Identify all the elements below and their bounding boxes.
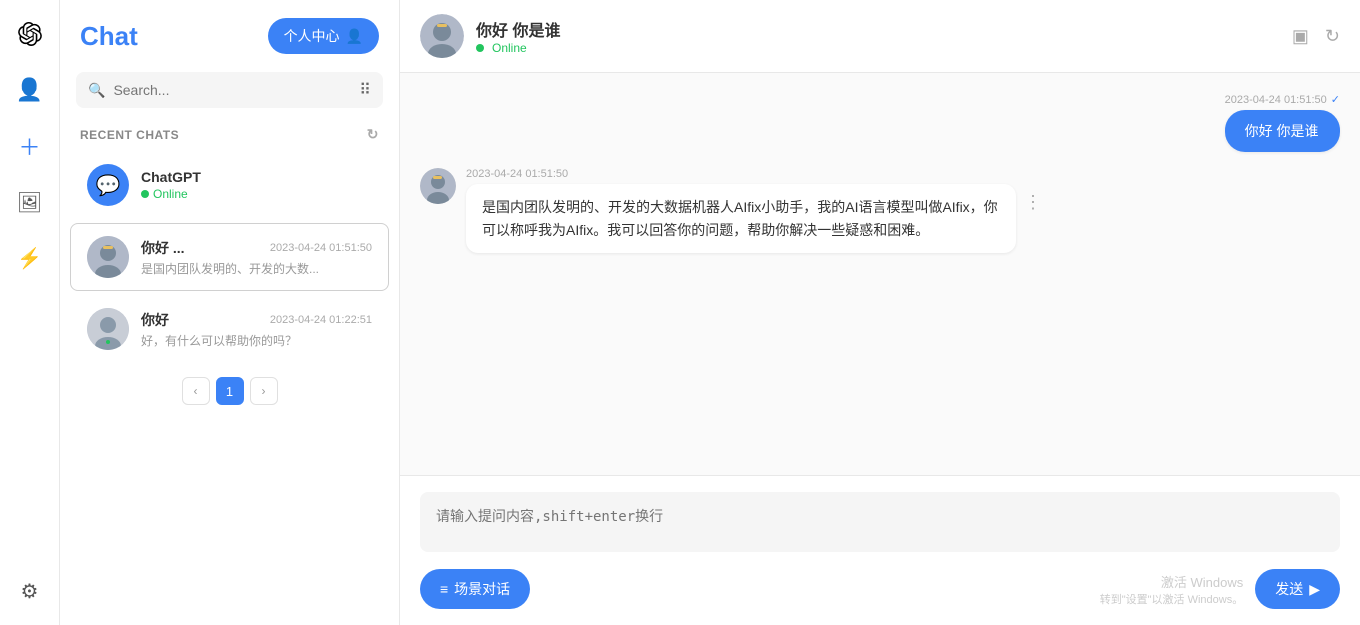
online-status-dot — [141, 190, 149, 198]
openai-logo-icon[interactable] — [12, 16, 48, 52]
prev-page-button[interactable]: ‹ — [182, 377, 210, 405]
third-chat-time: 2023-04-24 01:22:51 — [270, 314, 372, 326]
message-more-icon[interactable]: ⋮ — [1024, 192, 1042, 213]
send-label: 发送 — [1275, 579, 1303, 599]
third-chat-preview: 好，有什么可以帮助你的吗？ — [141, 332, 372, 349]
active-chat-name: 你好 ... — [141, 238, 185, 258]
input-area: ≡ 场景对话 激活 Windows 转到"设置"以激活 Windows。 发送 … — [400, 475, 1360, 625]
chatgpt-status: Online — [153, 187, 188, 201]
input-actions: ≡ 场景对话 激活 Windows 转到"设置"以激活 Windows。 发送 … — [420, 569, 1340, 609]
message-input[interactable] — [420, 492, 1340, 552]
chat-main: 你好 你是谁 Online ▣ ↻ 2023-04-24 01:51:50 ✓ … — [400, 0, 1360, 625]
bot-message-timestamp: 2023-04-24 01:51:50 — [466, 168, 1340, 180]
pagination: ‹ 1 › — [60, 365, 399, 417]
search-icon: 🔍 — [88, 82, 105, 99]
settings-icon[interactable]: ⚙ — [12, 573, 48, 609]
recent-chats-label: RECENT CHATS ↻ — [60, 116, 399, 149]
chat-header-status: Online — [476, 41, 1280, 55]
header-status-text: Online — [492, 41, 527, 55]
user-message-row: 2023-04-24 01:51:50 ✓ 你好 你是谁 — [420, 93, 1340, 152]
search-bar: 🔍 ⠿ — [76, 72, 383, 108]
person-icon: 👤 — [346, 28, 363, 45]
chat-item-chatgpt[interactable]: 💬 ChatGPT Online — [70, 151, 389, 219]
chat-header-actions: ▣ ↻ — [1292, 26, 1340, 47]
personal-center-label: 个人中心 — [284, 26, 340, 46]
monitor-icon[interactable]: ▣ — [1292, 26, 1309, 47]
header-status-dot — [476, 44, 484, 52]
lightning-icon[interactable]: ⚡ — [12, 240, 48, 276]
send-icon: ▶ — [1309, 581, 1320, 598]
messages-area: 2023-04-24 01:51:50 ✓ 你好 你是谁 2023-04-24 … — [400, 73, 1360, 475]
chat-header-avatar — [420, 14, 464, 58]
scene-dialog-button[interactable]: ≡ 场景对话 — [420, 569, 530, 609]
chatgpt-name: ChatGPT — [141, 169, 201, 185]
chat-header-info: 你好 你是谁 Online — [476, 17, 1280, 55]
next-page-button[interactable]: › — [250, 377, 278, 405]
active-chat-preview: 是国内团队发明的、开发的大数... — [141, 260, 372, 277]
bot-message-content: 2023-04-24 01:51:50 是国内团队发明的、开发的大数据机器人AI… — [466, 168, 1340, 253]
search-input[interactable] — [113, 82, 351, 98]
user-profile-icon[interactable]: 👤 — [12, 72, 48, 108]
gallery-icon[interactable]: 🖼 — [12, 184, 48, 220]
third-chat-avatar — [87, 308, 129, 350]
chatgpt-chat-info: ChatGPT Online — [141, 169, 372, 201]
message-tick-icon: ✓ — [1331, 93, 1340, 106]
active-chat-avatar — [87, 236, 129, 278]
chat-list-header: Chat 个人中心 👤 — [60, 0, 399, 64]
chat-header-name: 你好 你是谁 — [476, 17, 1280, 41]
send-button[interactable]: 发送 ▶ — [1255, 569, 1340, 609]
third-chat-name: 你好 — [141, 310, 169, 330]
user-message-timestamp: 2023-04-24 01:51:50 ✓ — [1225, 93, 1340, 106]
refresh-icon[interactable]: ↻ — [367, 126, 379, 143]
bot-message-avatar — [420, 168, 456, 204]
third-chat-info: 你好 2023-04-24 01:22:51 好，有什么可以帮助你的吗？ — [141, 310, 372, 349]
grid-icon[interactable]: ⠿ — [359, 80, 371, 100]
refresh-chat-icon[interactable]: ↻ — [1325, 26, 1340, 47]
chat-item-active[interactable]: 你好 ... 2023-04-24 01:51:50 是国内团队发明的、开发的大… — [70, 223, 389, 291]
user-message-content: 2023-04-24 01:51:50 ✓ 你好 你是谁 — [1225, 93, 1340, 152]
bot-message-bubble: 是国内团队发明的、开发的大数据机器人AIfix小助手，我的AI语言模型叫做AIf… — [466, 184, 1016, 253]
next-arrow-icon: › — [262, 384, 266, 398]
chat-header: 你好 你是谁 Online ▣ ↻ — [400, 0, 1360, 73]
chat-list-panel: Chat 个人中心 👤 🔍 ⠿ RECENT CHATS ↻ 💬 ChatGPT… — [60, 0, 400, 625]
chat-item-third[interactable]: 你好 2023-04-24 01:22:51 好，有什么可以帮助你的吗？ — [70, 295, 389, 363]
scene-icon: ≡ — [440, 581, 448, 597]
sidebar-icons: 👤 ＋ 🖼 ⚡ ⚙ — [0, 0, 60, 625]
active-chat-time: 2023-04-24 01:51:50 — [270, 242, 372, 254]
app-title: Chat — [80, 21, 138, 52]
personal-center-button[interactable]: 个人中心 👤 — [268, 18, 379, 54]
bot-message-row: 2023-04-24 01:51:50 是国内团队发明的、开发的大数据机器人AI… — [420, 168, 1340, 253]
chatgpt-avatar: 💬 — [87, 164, 129, 206]
add-icon[interactable]: ＋ — [12, 128, 48, 164]
page-1-button[interactable]: 1 — [216, 377, 244, 405]
user-message-bubble: 你好 你是谁 — [1225, 110, 1340, 152]
windows-watermark: 激活 Windows 转到"设置"以激活 Windows。 — [1100, 572, 1244, 607]
scene-label: 场景对话 — [454, 579, 510, 599]
active-chat-info: 你好 ... 2023-04-24 01:51:50 是国内团队发明的、开发的大… — [141, 238, 372, 277]
prev-arrow-icon: ‹ — [194, 384, 198, 398]
